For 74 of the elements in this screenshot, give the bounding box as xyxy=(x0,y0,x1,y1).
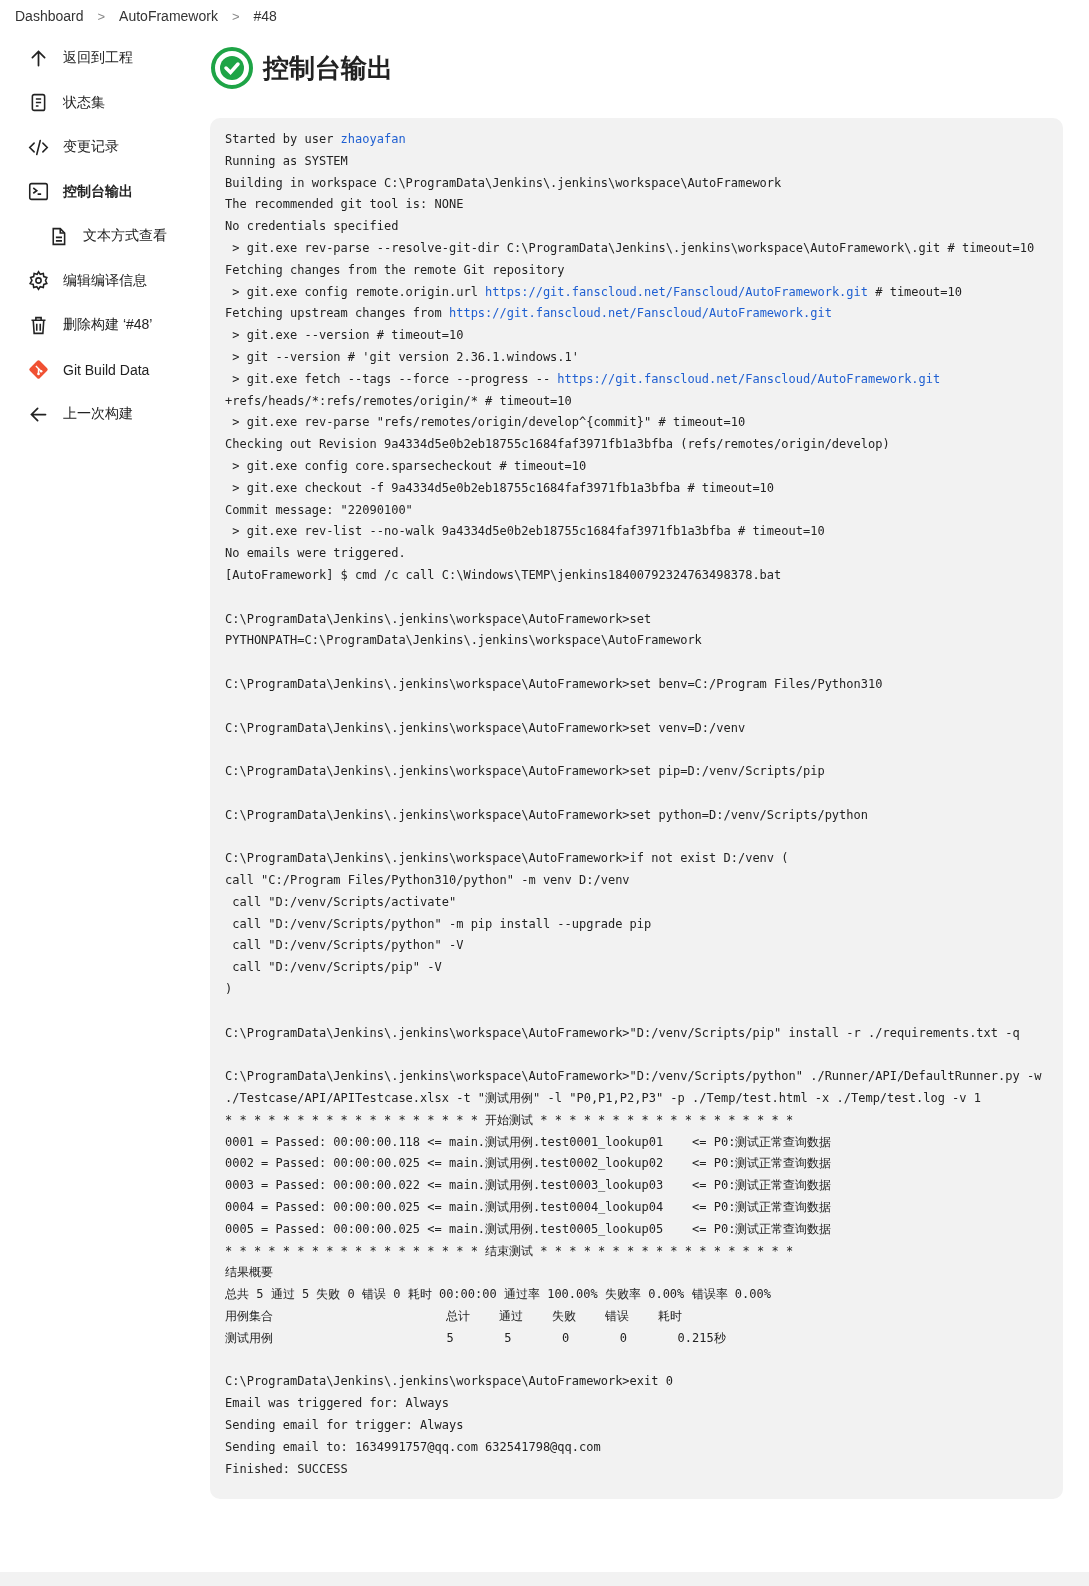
console-line: Checking out Revision 9a4334d5e0b2eb18755c1684faf3971fb1a3bfba (refs/remotes/origin/develop) xyxy=(225,436,890,454)
breadcrumb-link[interactable]: AutoFramework xyxy=(119,8,218,24)
console-line: Building in workspace C:\ProgramData\Jenkins\.jenkins\workspace\AutoFramework xyxy=(225,174,782,192)
sidebar-item[interactable]: 控制台输出 xyxy=(0,169,133,214)
console-line: > git.exe rev-list --no-walk 9a4334d5e0b2eb18755c1684faf3971fb1a3bfba # timeout=10 xyxy=(231,523,825,541)
console-line: Fetching changes from the remote Git repository xyxy=(225,261,565,279)
sidebar-item[interactable]: 文本方式查看 xyxy=(0,214,167,259)
console-line: [AutoFramework] $ cmd /c call C:\Windows\TEMP\jenkins18400792324763498378.bat xyxy=(225,566,782,584)
sidebar-item[interactable]: 删除构建 ‘#48’ xyxy=(0,303,153,348)
console-line: 0005 = Passed: 00:00:00.025 <= main.测试用例.test0005_lookup05 <= P0:测试正常查询数据 xyxy=(225,1220,832,1238)
console-line: Sending email to: 1634991757@qq.com 632541798@qq.com xyxy=(225,1438,601,1456)
console-line: 0003 = Passed: 00:00:00.022 <= main.测试用例.test0003_lookup03 <= P0:测试正常查询数据 xyxy=(225,1177,832,1195)
sidebar-item[interactable]: 返回到工程 xyxy=(0,36,133,81)
console-line: call "D:/venv/Scripts/python" -V xyxy=(231,937,464,955)
console-line: > git.exe --version # timeout=10 xyxy=(231,327,464,345)
console-line: Email was triggered for: Always xyxy=(225,1395,449,1413)
sidebar-item[interactable]: 变更记录 xyxy=(0,125,119,170)
console-line: call "D:/venv/Scripts/python" -m pip install --upgrade pip xyxy=(231,915,652,933)
console-line: call "C:/Program Files/Python310/python" -m venv D:/venv xyxy=(225,872,630,890)
console-line: > git.exe config core.sparsecheckout # timeout=10 xyxy=(231,457,587,475)
console-line: 总共 5 通过 5 失败 0 错误 0 耗时 00:00:00 通过率 100.00% 失败率 0.00% 错误率 0.00% xyxy=(225,1286,771,1304)
console-line: > git.exe config remote.origin.url https://git.fanscloud.net/Fanscloud/AutoFramework.git # timeout=10 xyxy=(231,283,962,301)
console-line: Started by user zhaoyafan xyxy=(225,131,406,148)
console-line: No emails were triggered. xyxy=(225,545,406,563)
console-line: C:\ProgramData\Jenkins\.jenkins\workspace\AutoFramework>if not exist D:/venv ( xyxy=(225,850,789,868)
console-line: The recommended git tool is: NONE xyxy=(225,196,464,214)
console-line: 0004 = Passed: 00:00:00.025 <= main.测试用例.test0004_lookup04 <= P0:测试正常查询数据 xyxy=(225,1199,832,1217)
console-link[interactable]: https://git.fanscloud.net/Fanscloud/AutoFramework.git xyxy=(485,284,868,299)
console-line: C:\ProgramData\Jenkins\.jenkins\workspace\AutoFramework>set benv=C:/Program Files/Python310 xyxy=(225,675,883,693)
console-line: Fetching upstream changes from https://git.fanscloud.net/Fanscloud/AutoFramework.git xyxy=(225,305,832,323)
console-line: Running as SYSTEM xyxy=(225,152,348,170)
console-line: > git.exe fetch --tags --force --progress -- https://git.fanscloud.net/Fanscloud/AutoFramework.git xyxy=(231,370,941,388)
console-line: C:\ProgramData\Jenkins\.jenkins\workspace\AutoFramework>set python=D:/venv/Scripts/python xyxy=(225,806,868,824)
console-line: C:\ProgramData\Jenkins\.jenkins\workspace\AutoFramework>exit 0 xyxy=(225,1373,673,1391)
console-line: C:\ProgramData\Jenkins\.jenkins\workspace\AutoFramework>"D:/venv/Scripts/pip" install -r ./requirements.txt -q xyxy=(225,1024,1020,1042)
sidebar-item[interactable]: 上一次构建 xyxy=(0,392,133,437)
console-line: * * * * * * * * * * * * * * * * * * 开始测试 * * * * * * * * * * * * * * * * * * xyxy=(225,1111,794,1129)
console-line: 用例集合 总计 通过 失败 错误 耗时 xyxy=(225,1308,682,1326)
page-title: 控制台输出 xyxy=(263,51,393,85)
console-line: Sending email for trigger: Always xyxy=(225,1417,464,1434)
console-line: > git.exe rev-parse --resolve-git-dir C:\ProgramData\Jenkins\.jenkins\workspace\AutoFramework\.git # timeout=10 xyxy=(231,240,1035,257)
console-line: PYTHONPATH=C:\ProgramData\Jenkins\.jenkins\workspace\AutoFramework xyxy=(225,632,702,650)
console-line: 测试用例 5 5 0 0 0.215秒 xyxy=(225,1329,726,1347)
sidebar-item[interactable]: 状态集 xyxy=(0,80,105,125)
console-line: 0001 = Passed: 00:00:00.118 <= main.测试用例.test0001_lookup01 <= P0:测试正常查询数据 xyxy=(225,1133,832,1151)
console-line: C:\ProgramData\Jenkins\.jenkins\workspace\AutoFramework>set pip=D:/venv/Scripts/pip xyxy=(225,763,825,781)
console-line: ) xyxy=(225,981,233,999)
console-line: 结果概要 xyxy=(225,1264,273,1282)
terminal-icon xyxy=(28,181,49,203)
breadcrumb-link[interactable]: Dashboard xyxy=(15,8,84,24)
console-line: 0002 = Passed: 00:00:00.025 <= main.测试用例.test0002_lookup02 <= P0:测试正常查询数据 xyxy=(225,1155,832,1173)
console-line: > git.exe checkout -f 9a4334d5e0b2eb18755c1684faf3971fb1a3bfba # timeout=10 xyxy=(231,479,775,497)
console-line: +refs/heads/*:refs/remotes/origin/* # timeout=10 xyxy=(225,392,572,410)
breadcrumb-link[interactable]: #48 xyxy=(253,8,277,24)
console-line: Commit message: "22090100" xyxy=(225,501,413,519)
console-line: call "D:/venv/Scripts/activate" xyxy=(231,893,457,911)
console-line: call "D:/venv/Scripts/pip" -V xyxy=(231,959,442,977)
console-line: C:\ProgramData\Jenkins\.jenkins\workspace\AutoFramework>set xyxy=(225,610,652,628)
sidebar-item[interactable]: Git Build Data xyxy=(0,347,150,392)
console-line: > git --version # 'git version 2.36.1.windows.1' xyxy=(231,348,579,366)
console-line: * * * * * * * * * * * * * * * * * * 结束测试 * * * * * * * * * * * * * * * * * * xyxy=(225,1242,794,1260)
console-line: C:\ProgramData\Jenkins\.jenkins\workspace\AutoFramework>set venv=D:/venv xyxy=(225,719,746,737)
console-link[interactable]: zhaoyafan xyxy=(340,132,406,146)
console-line: > git.exe rev-parse "refs/remotes/origin/develop^{commit}" # timeout=10 xyxy=(231,414,746,432)
breadcrumb-separator: > xyxy=(231,8,240,24)
console-line: Finished: SUCCESS xyxy=(225,1460,348,1478)
console-link[interactable]: https://git.fanscloud.net/Fanscloud/AutoFramework.git xyxy=(557,371,941,386)
breadcrumb-separator: > xyxy=(97,8,106,24)
settings-icon xyxy=(28,270,49,292)
console-link[interactable]: https://git.fanscloud.net/Fanscloud/AutoFramework.git xyxy=(448,306,832,321)
console-line: No credentials specified xyxy=(225,218,399,236)
console-line: ./Testcase/API/APITestcase.xlsx -t "测试用例" -l "P0,P1,P2,P3" -p ./Temp/test.html -x ./Temp/test.log -v 1 xyxy=(225,1090,981,1108)
sidebar-item[interactable]: 编辑编译信息 xyxy=(0,258,147,303)
console-line: C:\ProgramData\Jenkins\.jenkins\workspace\AutoFramework>"D:/venv/Scripts/python" ./Runner/API/DefaultRunner.py -w xyxy=(225,1068,1042,1086)
